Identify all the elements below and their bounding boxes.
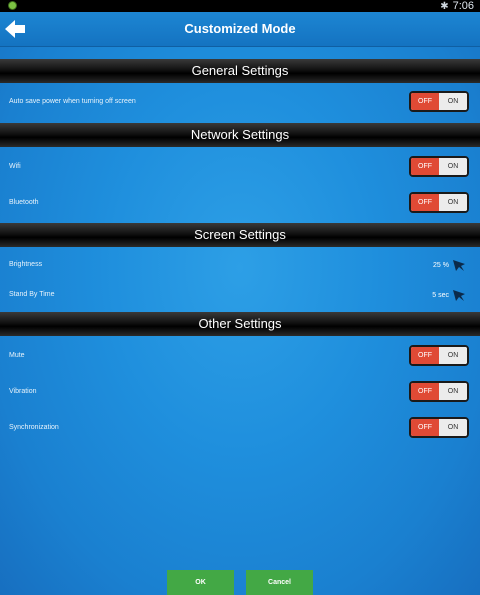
dropdown-arrow-icon [453,260,465,271]
status-time: 7:06 [452,0,474,12]
ok-button[interactable]: OK [167,570,234,595]
toggle-on-label: ON [439,347,467,364]
toggle-on-label: ON [439,419,467,436]
synchronization-toggle[interactable]: OFF ON [409,417,469,438]
auto-save-power-toggle[interactable]: OFF ON [409,91,469,112]
stand-by-time-selector[interactable]: 5 sec [432,287,466,303]
brightness-label: Brightness [9,261,43,268]
toggle-on-label: ON [439,194,467,211]
mute-toggle[interactable]: OFF ON [409,345,469,366]
synchronization-label: Synchronization [9,424,59,431]
toggle-off-label: OFF [411,383,439,400]
toggle-off-label: OFF [411,419,439,436]
brightness-selector[interactable]: 25 % [433,257,466,273]
section-header-screen: Screen Settings [0,223,480,247]
section-header-other: Other Settings [0,312,480,336]
stand-by-time-value: 5 sec [432,291,449,299]
toggle-on-label: ON [439,93,467,110]
auto-save-power-label: Auto save power when turning off screen [9,98,136,105]
section-header-general: General Settings [0,59,480,83]
page-title: Customized Mode [184,21,296,36]
title-bar: Customized Mode [0,12,480,47]
brightness-value: 25 % [433,261,449,269]
toggle-off-label: OFF [411,347,439,364]
toggle-on-label: ON [439,383,467,400]
wifi-toggle[interactable]: OFF ON [409,156,469,177]
dropdown-arrow-icon [453,290,465,301]
mute-label: Mute [9,352,25,359]
toggle-off-label: OFF [411,194,439,211]
vibration-toggle[interactable]: OFF ON [409,381,469,402]
toggle-on-label: ON [439,158,467,175]
toggle-off-label: OFF [411,158,439,175]
bluetooth-label: Bluetooth [9,199,39,206]
cancel-button[interactable]: Cancel [246,570,313,595]
stand-by-time-label: Stand By Time [9,291,55,298]
vibration-label: Vibration [9,388,37,395]
section-header-network: Network Settings [0,123,480,147]
wifi-label: Wifi [9,163,21,170]
app-notification-icon [8,1,17,10]
toggle-off-label: OFF [411,93,439,110]
status-bar: ✱ 7:06 [0,0,480,12]
bluetooth-icon: ✱ [440,1,449,12]
bluetooth-toggle[interactable]: OFF ON [409,192,469,213]
